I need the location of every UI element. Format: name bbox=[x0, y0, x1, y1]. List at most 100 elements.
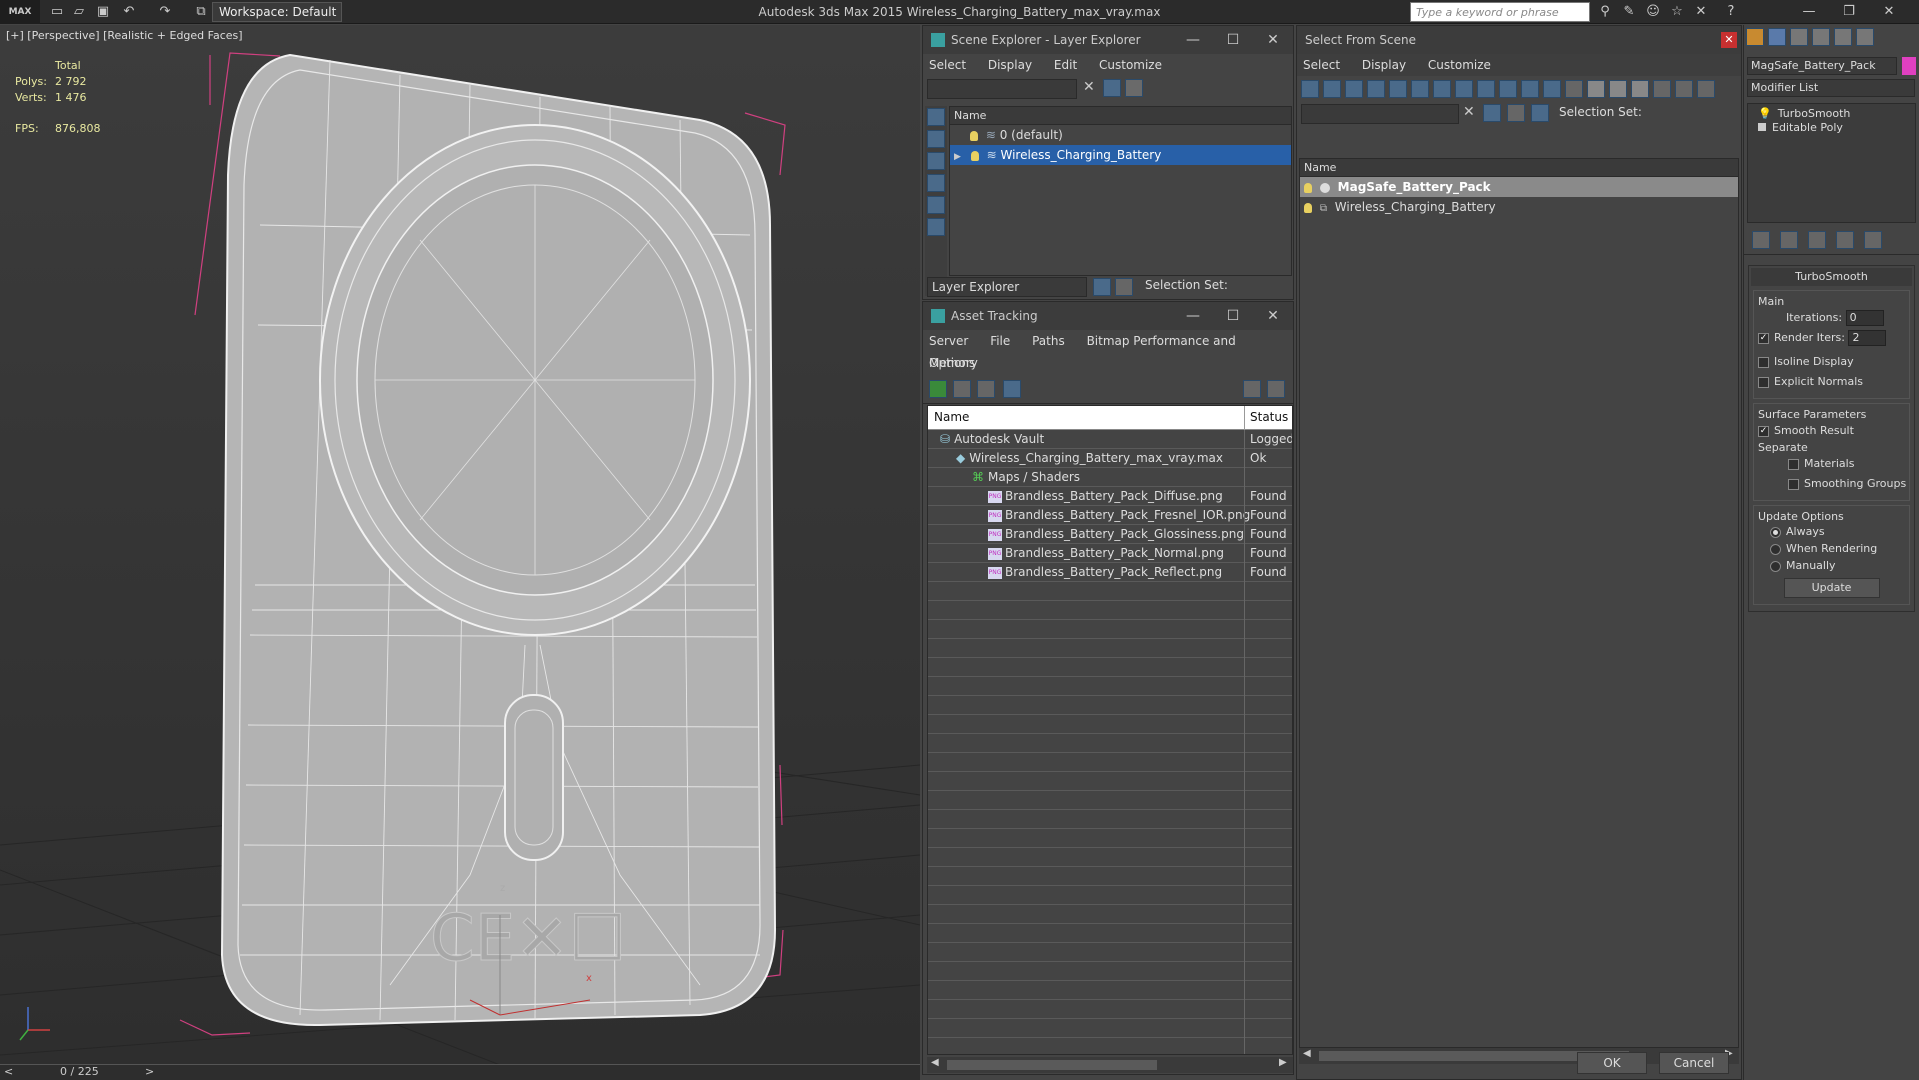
project-folder-icon[interactable]: ⧉ bbox=[192, 3, 210, 21]
select-from-scene-titlebar[interactable]: Select From Scene ✕ bbox=[1297, 26, 1741, 54]
menu-customize[interactable]: Customize bbox=[1428, 58, 1491, 72]
menu-display[interactable]: Display bbox=[1362, 58, 1406, 72]
modify-tab-icon[interactable] bbox=[1768, 28, 1786, 46]
time-prev-button[interactable]: < bbox=[4, 1065, 13, 1078]
materials-checkbox[interactable] bbox=[1788, 458, 1799, 470]
new-file-icon[interactable]: ▭ bbox=[48, 3, 66, 21]
isoline-display-checkbox[interactable] bbox=[1758, 356, 1769, 368]
expand-icon[interactable]: ▶ bbox=[954, 152, 961, 162]
when-rendering-radio[interactable] bbox=[1770, 543, 1781, 555]
filter-icon[interactable] bbox=[1483, 104, 1501, 122]
cancel-button[interactable]: Cancel bbox=[1659, 1052, 1729, 1074]
filter-cameras-icon[interactable] bbox=[1367, 80, 1385, 98]
filter-containers-icon[interactable] bbox=[1499, 80, 1517, 98]
render-iters-checkbox[interactable]: ✓ bbox=[1758, 332, 1769, 344]
scene-filter-input[interactable] bbox=[927, 79, 1077, 99]
select-search-input[interactable] bbox=[1301, 104, 1459, 124]
list-view-icon[interactable] bbox=[953, 380, 971, 398]
viewport-label[interactable]: [+] [Perspective] [Realistic + Edged Fac… bbox=[6, 29, 243, 42]
asset-row[interactable]: ⛁ Autodesk Vault Logged bbox=[928, 430, 1292, 449]
column-name[interactable]: Name bbox=[1300, 159, 1738, 177]
maximize-icon[interactable]: ☐ bbox=[1213, 26, 1253, 54]
user-icon[interactable]: ☺ bbox=[1644, 3, 1662, 21]
menu-paths[interactable]: Paths bbox=[1032, 334, 1065, 348]
layer-icon[interactable] bbox=[1507, 104, 1525, 122]
help-icon[interactable]: ? bbox=[1722, 3, 1740, 21]
motion-tab-icon[interactable] bbox=[1812, 28, 1830, 46]
object-row[interactable]: ⧉ Wireless_Charging_Battery bbox=[1300, 197, 1738, 217]
modifier-list-dropdown[interactable]: Modifier List bbox=[1747, 79, 1915, 97]
menu-file[interactable]: File bbox=[990, 334, 1010, 348]
stack-item[interactable]: Editable Poly bbox=[1748, 118, 1915, 138]
exchange-icon[interactable]: ✕ bbox=[1692, 3, 1710, 21]
configure-sets-icon[interactable] bbox=[1864, 231, 1882, 249]
minimize-icon[interactable]: — bbox=[1800, 3, 1818, 21]
filter-frozen-icon[interactable] bbox=[1521, 80, 1539, 98]
select-all-icon[interactable] bbox=[1587, 80, 1605, 98]
layer-explorer-icon[interactable] bbox=[1093, 278, 1111, 296]
make-unique-icon[interactable] bbox=[1808, 231, 1826, 249]
object-name-field[interactable]: MagSafe_Battery_Pack bbox=[1747, 57, 1897, 75]
menu-customize[interactable]: Customize bbox=[1099, 58, 1162, 72]
menu-edit[interactable]: Edit bbox=[1054, 58, 1077, 72]
filter-xrefs-icon[interactable] bbox=[1455, 80, 1473, 98]
display-shapes-icon[interactable] bbox=[927, 130, 945, 148]
object-visibility-icon[interactable] bbox=[1304, 202, 1312, 213]
help-icon[interactable] bbox=[1243, 380, 1261, 398]
scene-explorer-titlebar[interactable]: Scene Explorer - Layer Explorer — ☐ ✕ bbox=[923, 26, 1293, 54]
asset-row[interactable]: PNG Brandless_Battery_Pack_Normal.png Foun… bbox=[928, 544, 1292, 563]
column-status[interactable]: Status bbox=[1250, 410, 1288, 424]
selection-set-icon[interactable] bbox=[1531, 104, 1549, 122]
undo-icon[interactable]: ↶ bbox=[120, 3, 138, 21]
display-cameras-icon[interactable] bbox=[927, 174, 945, 192]
menu-display[interactable]: Display bbox=[988, 58, 1032, 72]
filter-bones-icon[interactable] bbox=[1477, 80, 1495, 98]
select-none-icon[interactable] bbox=[1609, 80, 1627, 98]
tools-icon[interactable]: ✎ bbox=[1620, 3, 1638, 21]
layer-visibility-icon[interactable] bbox=[970, 130, 978, 141]
remove-modifier-icon[interactable] bbox=[1836, 231, 1854, 249]
restore-icon[interactable]: ❐ bbox=[1840, 3, 1858, 21]
hierarchy-icon[interactable] bbox=[1115, 278, 1133, 296]
display-lights-icon[interactable] bbox=[927, 152, 945, 170]
manually-radio[interactable] bbox=[1770, 560, 1781, 572]
table-view-icon[interactable] bbox=[1003, 380, 1021, 398]
explicit-normals-checkbox[interactable] bbox=[1758, 376, 1769, 388]
clear-search-icon[interactable]: ✕ bbox=[1463, 104, 1475, 120]
always-radio[interactable] bbox=[1770, 526, 1781, 538]
update-button[interactable]: Update bbox=[1783, 578, 1880, 598]
menu-options[interactable]: Options bbox=[929, 356, 975, 370]
close-icon[interactable]: ✕ bbox=[1721, 32, 1737, 48]
hierarchy-icon[interactable] bbox=[1675, 80, 1693, 98]
app-logo[interactable]: MAX bbox=[0, 0, 40, 24]
asset-row[interactable]: PNG Brandless_Battery_Pack_Fresnel_IOR.pn… bbox=[928, 506, 1292, 525]
smoothing-groups-checkbox[interactable] bbox=[1788, 478, 1799, 490]
filter-lights-icon[interactable] bbox=[1345, 80, 1363, 98]
layer-row[interactable]: ≋ 0 (default) bbox=[950, 125, 1291, 145]
filter-shapes-icon[interactable] bbox=[1323, 80, 1341, 98]
asset-row[interactable]: PNG Brandless_Battery_Pack_Diffuse.png Fou… bbox=[928, 487, 1292, 506]
close-icon[interactable]: ✕ bbox=[1253, 302, 1293, 330]
asset-horizontal-scrollbar[interactable]: ◀ ▶ bbox=[927, 1057, 1293, 1073]
layer-row[interactable]: ▶ ≋ Wireless_Charging_Battery bbox=[950, 145, 1291, 165]
display-geometry-icon[interactable] bbox=[927, 108, 945, 126]
settings-icon[interactable] bbox=[1267, 380, 1285, 398]
select-invert-icon[interactable] bbox=[1631, 80, 1649, 98]
menu-server[interactable]: Server bbox=[929, 334, 968, 348]
utilities-tab-icon[interactable] bbox=[1856, 28, 1874, 46]
display-helpers-icon[interactable] bbox=[927, 196, 945, 214]
display-tab-icon[interactable] bbox=[1834, 28, 1852, 46]
scroll-left-icon[interactable]: ◀ bbox=[931, 1057, 939, 1068]
asset-tracking-titlebar[interactable]: Asset Tracking — ☐ ✕ bbox=[923, 302, 1293, 330]
menu-select[interactable]: Select bbox=[929, 58, 966, 72]
clear-filter-icon[interactable]: ✕ bbox=[1083, 79, 1095, 95]
filter-groups-icon[interactable] bbox=[1433, 80, 1451, 98]
filter-helpers-icon[interactable] bbox=[1389, 80, 1407, 98]
column-name[interactable]: Name bbox=[934, 410, 969, 424]
search-input[interactable]: Type a keyword or phrase bbox=[1410, 2, 1590, 22]
maximize-icon[interactable]: ☐ bbox=[1213, 302, 1253, 330]
tree-view-icon[interactable] bbox=[977, 380, 995, 398]
collapse-icon[interactable] bbox=[1697, 80, 1715, 98]
close-icon[interactable]: ✕ bbox=[1253, 26, 1293, 54]
sort-icon[interactable] bbox=[1653, 80, 1671, 98]
